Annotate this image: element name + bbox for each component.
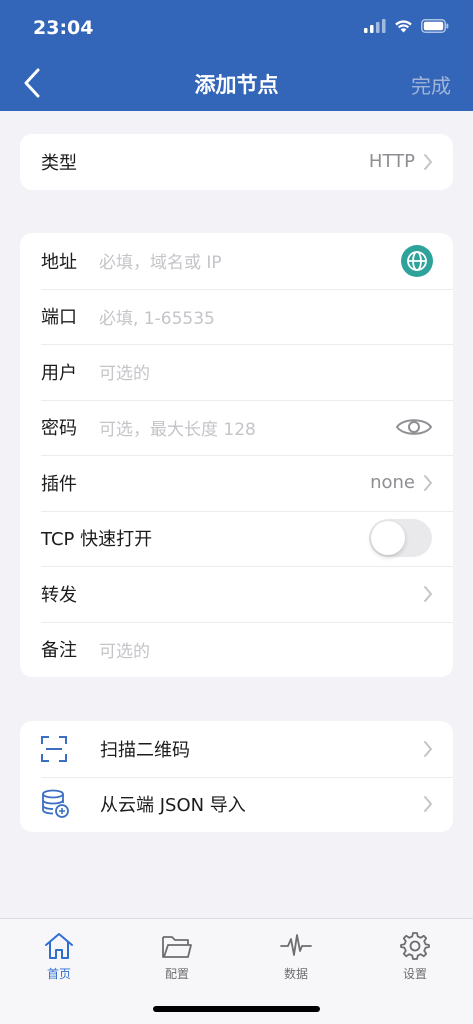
tcp-fast-open-toggle[interactable]	[369, 519, 432, 558]
plugin-row[interactable]: 插件 none	[20, 455, 453, 511]
note-label: 备注	[41, 640, 77, 662]
chevron-right-icon	[424, 474, 432, 491]
forward-label: 转发	[41, 584, 77, 606]
status-icons	[364, 19, 449, 33]
import-json-label: 从云端 JSON 导入	[100, 795, 246, 817]
add-node-screen: 23:04 添加节点 完成 类型 HTTP 地址 必填，域名或 IP 端口 必填…	[0, 0, 473, 1024]
status-time: 23:04	[33, 17, 94, 39]
tab-home-label: 首页	[46, 967, 71, 981]
tab-home[interactable]: 首页	[29, 929, 89, 982]
tab-settings-label: 设置	[402, 967, 427, 981]
tcp-fast-open-row: TCP 快速打开	[20, 510, 453, 567]
scan-qr-row[interactable]: 扫描二维码	[20, 721, 453, 777]
address-input[interactable]: 必填，域名或 IP	[99, 248, 222, 273]
chevron-right-icon	[424, 740, 432, 757]
password-input[interactable]: 可选，最大长度 128	[99, 415, 256, 440]
toggle-knob	[371, 521, 405, 556]
type-row[interactable]: 类型 HTTP	[20, 134, 453, 190]
done-button[interactable]: 完成	[411, 70, 451, 99]
user-label: 用户	[41, 362, 77, 384]
type-value: HTTP	[368, 151, 415, 173]
tab-data[interactable]: 数据	[266, 929, 326, 982]
activity-icon	[280, 934, 312, 956]
tcp-fast-open-label: TCP 快速打开	[41, 529, 153, 551]
eye-icon[interactable]	[395, 415, 433, 439]
chevron-right-icon	[424, 796, 432, 813]
chevron-right-icon	[424, 585, 432, 602]
scan-qr-label: 扫描二维码	[100, 739, 190, 761]
plugin-value: none	[370, 472, 415, 494]
tab-settings[interactable]: 设置	[385, 929, 445, 982]
address-label: 地址	[41, 251, 77, 273]
note-row: 备注 可选的	[20, 621, 453, 678]
user-input[interactable]: 可选的	[99, 359, 150, 384]
page-title: 添加节点	[194, 73, 279, 97]
tab-config-label: 配置	[164, 967, 189, 981]
password-label: 密码	[41, 418, 77, 440]
type-label: 类型	[41, 152, 77, 174]
type-card: 类型 HTTP	[20, 134, 453, 190]
address-row: 地址 必填，域名或 IP	[20, 233, 453, 289]
status-bar: 23:04	[0, 0, 473, 55]
folder-icon	[162, 936, 192, 958]
wifi-icon	[395, 20, 412, 33]
scan-qr-icon	[41, 735, 67, 762]
import-json-row[interactable]: 从云端 JSON 导入	[20, 776, 453, 833]
tab-config[interactable]: 配置	[147, 929, 207, 982]
import-actions-card: 扫描二维码 从云端 JSON 导入	[20, 721, 453, 832]
gear-icon	[400, 932, 430, 960]
user-row: 用户 可选的	[20, 344, 453, 400]
globe-icon[interactable]	[401, 244, 433, 277]
port-row: 端口 必填, 1-65535	[20, 288, 453, 345]
home-indicator	[153, 1006, 320, 1012]
nav-bar: 添加节点 完成	[0, 55, 473, 111]
battery-icon	[421, 19, 449, 33]
header: 23:04 添加节点 完成	[0, 0, 473, 111]
plugin-label: 插件	[41, 473, 77, 495]
port-label: 端口	[41, 307, 77, 329]
port-input[interactable]: 必填, 1-65535	[99, 304, 215, 329]
database-add-icon	[42, 789, 69, 819]
node-form-card: 地址 必填，域名或 IP 端口 必填, 1-65535 用户 可选的 密码 可选…	[20, 233, 453, 677]
home-icon	[45, 933, 73, 959]
tab-data-label: 数据	[283, 967, 308, 981]
forward-row[interactable]: 转发	[20, 566, 453, 622]
cellular-signal-icon	[364, 19, 386, 33]
note-input[interactable]: 可选的	[99, 637, 150, 662]
chevron-right-icon	[424, 153, 432, 170]
password-row: 密码 可选，最大长度 128	[20, 399, 453, 456]
